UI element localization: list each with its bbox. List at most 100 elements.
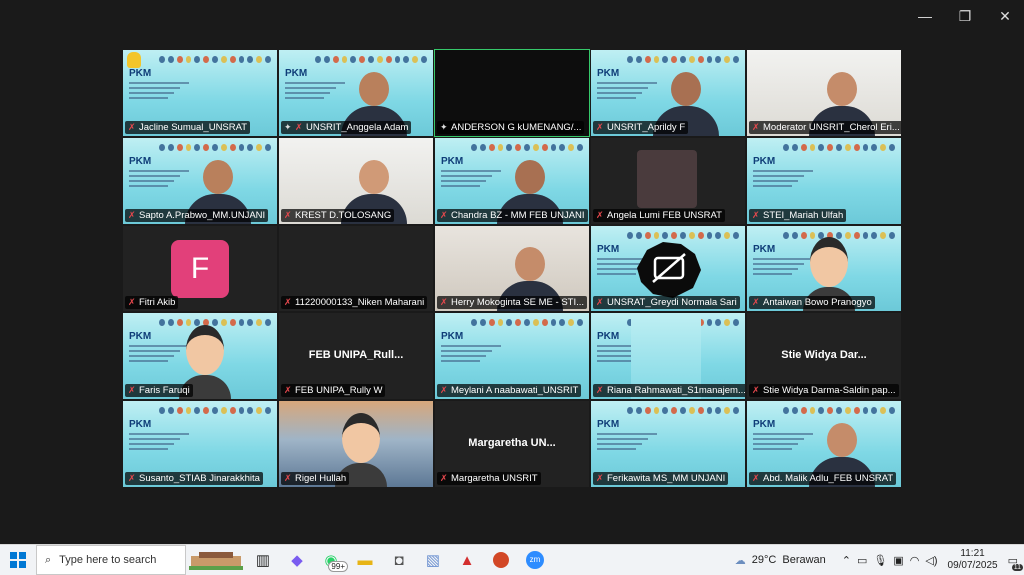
mic-muted-icon: ✗ (596, 472, 604, 483)
battery-icon[interactable]: ▭ (857, 554, 867, 567)
slide-text (597, 433, 657, 453)
speaker-icon[interactable]: ◁) (925, 554, 937, 567)
participant-name-bar: ✗ Ferikawita MS_MM UNJANI (593, 471, 729, 485)
pdf-reader-icon[interactable]: ▲ (450, 545, 484, 575)
participant-tile[interactable]: PKM ✗ Susanto_STIAB Jinarakkhita (122, 400, 278, 488)
participant-name-bar: ✗ 11220000133_Niken Maharani (281, 296, 428, 310)
participant-name-bar: ✗ Stie Widya Darma-Saldin pap... (749, 384, 899, 398)
participant-tile[interactable]: PKM ✗ Abd. Malik Adlu_FEB UNSRAT (746, 400, 902, 488)
file-explorer-icon[interactable]: ▬ (348, 545, 382, 575)
window-controls: — ❐ ✕ (916, 8, 1014, 24)
whatsapp-icon[interactable]: ◉ 99+ (314, 545, 348, 575)
participant-tile[interactable]: ✗ Angela Lumi FEB UNSRAT (590, 136, 746, 225)
participant-tile[interactable]: F ✗ Fitri Akib (122, 224, 278, 313)
participant-tile[interactable]: PKM ✗ UNSRAT_Greydi Normala Sari (590, 224, 746, 313)
participant-tile[interactable]: ✗ Herry Mokoginta SE ME - STI... (434, 224, 590, 313)
search-icon: ⌕ (45, 553, 52, 566)
participant-tile[interactable]: ✗ KREST D.TOLOSANG (278, 136, 434, 225)
clock-date: 09/07/2025 (947, 560, 998, 571)
participant-name-bar: ✗ Jacline Sumual_UNSRAT (125, 120, 251, 134)
participant-tile[interactable]: PKM ✗ Faris Faruqi (122, 312, 278, 401)
pin-icon: ✦ (284, 121, 292, 132)
participant-tile[interactable]: PKM ✗ Meylani A naabawati_UNSRIT (434, 312, 590, 401)
participant-tile[interactable]: PKM ✗ STEI_Mariah Ulfah (746, 136, 902, 225)
slide-title: PKM (753, 243, 776, 255)
slide-text (753, 433, 813, 453)
participant-tile[interactable]: ✦ ANDERSON G kUMENANG/... (434, 49, 590, 137)
mic-muted-icon: ✗ (284, 209, 292, 220)
participant-tile[interactable]: PKM ✗ Jacline Sumual_UNSRAT (122, 49, 278, 137)
slide-text (441, 169, 501, 190)
slide-text (129, 169, 189, 190)
mic-muted-icon: ✗ (752, 297, 760, 308)
slide-title: PKM (597, 68, 620, 79)
participant-name: Fitri Akib (139, 297, 176, 309)
search-placeholder: Type here to search (59, 554, 157, 566)
wifi-icon[interactable]: ◠ (910, 554, 920, 567)
mic-muted-icon: ✗ (295, 121, 303, 132)
mic-muted-icon: ✗ (596, 297, 604, 308)
participant-name: Susanto_STIAB Jinarakkhita (139, 472, 260, 484)
hand-raise-icon (127, 52, 141, 68)
task-view-icon[interactable]: ▥ (246, 545, 280, 575)
mic-muted-icon: ✗ (284, 297, 292, 308)
participant-name: FEB UNIPA_Rully W (295, 385, 383, 397)
mic-muted-icon: ✗ (128, 297, 136, 308)
participant-tile[interactable]: Stie Widya Dar... ✗ Stie Widya Darma-Saldi… (746, 312, 902, 401)
slide-logos (627, 407, 739, 415)
mic-muted-icon: ✗ (596, 121, 604, 132)
taskbar-search[interactable]: ⌕ Type here to search (36, 545, 186, 575)
camera-off-icon (637, 241, 701, 298)
participant-tile[interactable]: PKM ✗ Antaiwan Bowo Pranogyo (746, 224, 902, 313)
slide-title: PKM (597, 419, 620, 431)
copilot-icon[interactable]: ◆ (280, 545, 314, 575)
display-icon[interactable]: ▣ (893, 554, 903, 567)
clock[interactable]: 11:21 09/07/2025 (944, 548, 1002, 572)
participant-name-bar: ✗ FEB UNIPA_Rully W (281, 384, 386, 398)
participant-tile[interactable]: PKM ✦ ✗ UNSRIT_Anggela Adam (278, 49, 434, 137)
participant-tile[interactable]: ✗ Rigel Hullah (278, 400, 434, 488)
zoom-icon[interactable]: zm (518, 545, 552, 575)
camera-icon[interactable]: ◘ (382, 545, 416, 575)
participant-display-name: Margaretha UN... (468, 437, 556, 450)
mic-muted-icon: ✗ (128, 121, 136, 132)
participant-tile[interactable]: Margaretha UN... ✗ Margaretha UNSRIT (434, 400, 590, 488)
building-icon[interactable] (186, 545, 246, 575)
minimize-button[interactable]: — (916, 8, 934, 24)
participant-name: 11220000133_Niken Maharani (295, 297, 425, 309)
participant-name: Margaretha UNSRIT (451, 472, 538, 484)
slide-logos (783, 407, 895, 415)
slide-text (285, 82, 345, 102)
participant-tile[interactable]: PKM ✗ Ferikawita MS_MM UNJANI (590, 400, 746, 488)
powerpoint-icon[interactable] (484, 545, 518, 575)
photos-icon[interactable]: ▧ (416, 545, 450, 575)
notification-icon[interactable]: ▭ 11 (1008, 554, 1023, 571)
participant-tile[interactable]: PKM ✗ Riana Rahmawati_S1manajem... (590, 312, 746, 401)
participant-name: ANDERSON G kUMENANG/... (451, 121, 582, 133)
chevron-up-icon[interactable]: ⌃ (842, 554, 851, 567)
slide-logos (627, 56, 739, 64)
participant-name: Sapto A.Prabwo_MM.UNJANI (139, 209, 266, 221)
whatsapp-badge: 99+ (328, 561, 348, 572)
participant-tile[interactable]: PKM ✗ UNSRIT_Aprildy F (590, 49, 746, 137)
slide-title: PKM (285, 68, 308, 79)
notification-count: 11 (1011, 563, 1023, 571)
microphone-icon[interactable]: 🎙 (873, 554, 887, 567)
participant-tile[interactable]: PKM ✗ Chandra BZ - MM FEB UNJANI (434, 136, 590, 225)
mic-muted-icon: ✗ (752, 472, 760, 483)
restore-button[interactable]: ❐ (956, 8, 974, 24)
participant-name-bar: ✗ Chandra BZ - MM FEB UNJANI (437, 208, 588, 222)
mic-muted-icon: ✗ (440, 385, 448, 396)
participant-name: Chandra BZ - MM FEB UNJANI (451, 209, 585, 221)
mic-muted-icon: ✗ (440, 209, 448, 220)
participant-name: Stie Widya Darma-Saldin pap... (763, 385, 896, 397)
participant-tile[interactable]: PKM ✗ Sapto A.Prabwo_MM.UNJANI (122, 136, 278, 225)
weather-temp: 29°C (751, 554, 777, 566)
close-button[interactable]: ✕ (996, 8, 1014, 24)
participant-tile[interactable]: ✗ 11220000133_Niken Maharani (278, 224, 434, 313)
start-button[interactable] (0, 545, 36, 575)
participant-tile[interactable]: ✗ Moderator UNSRIT_Cherol Eri... (746, 49, 902, 137)
participant-tile[interactable]: FEB UNIPA_Rull... ✗ FEB UNIPA_Rully W (278, 312, 434, 401)
mic-muted-icon: ✗ (128, 209, 136, 220)
participant-name-bar: ✦ ANDERSON G kUMENANG/... (437, 120, 585, 134)
